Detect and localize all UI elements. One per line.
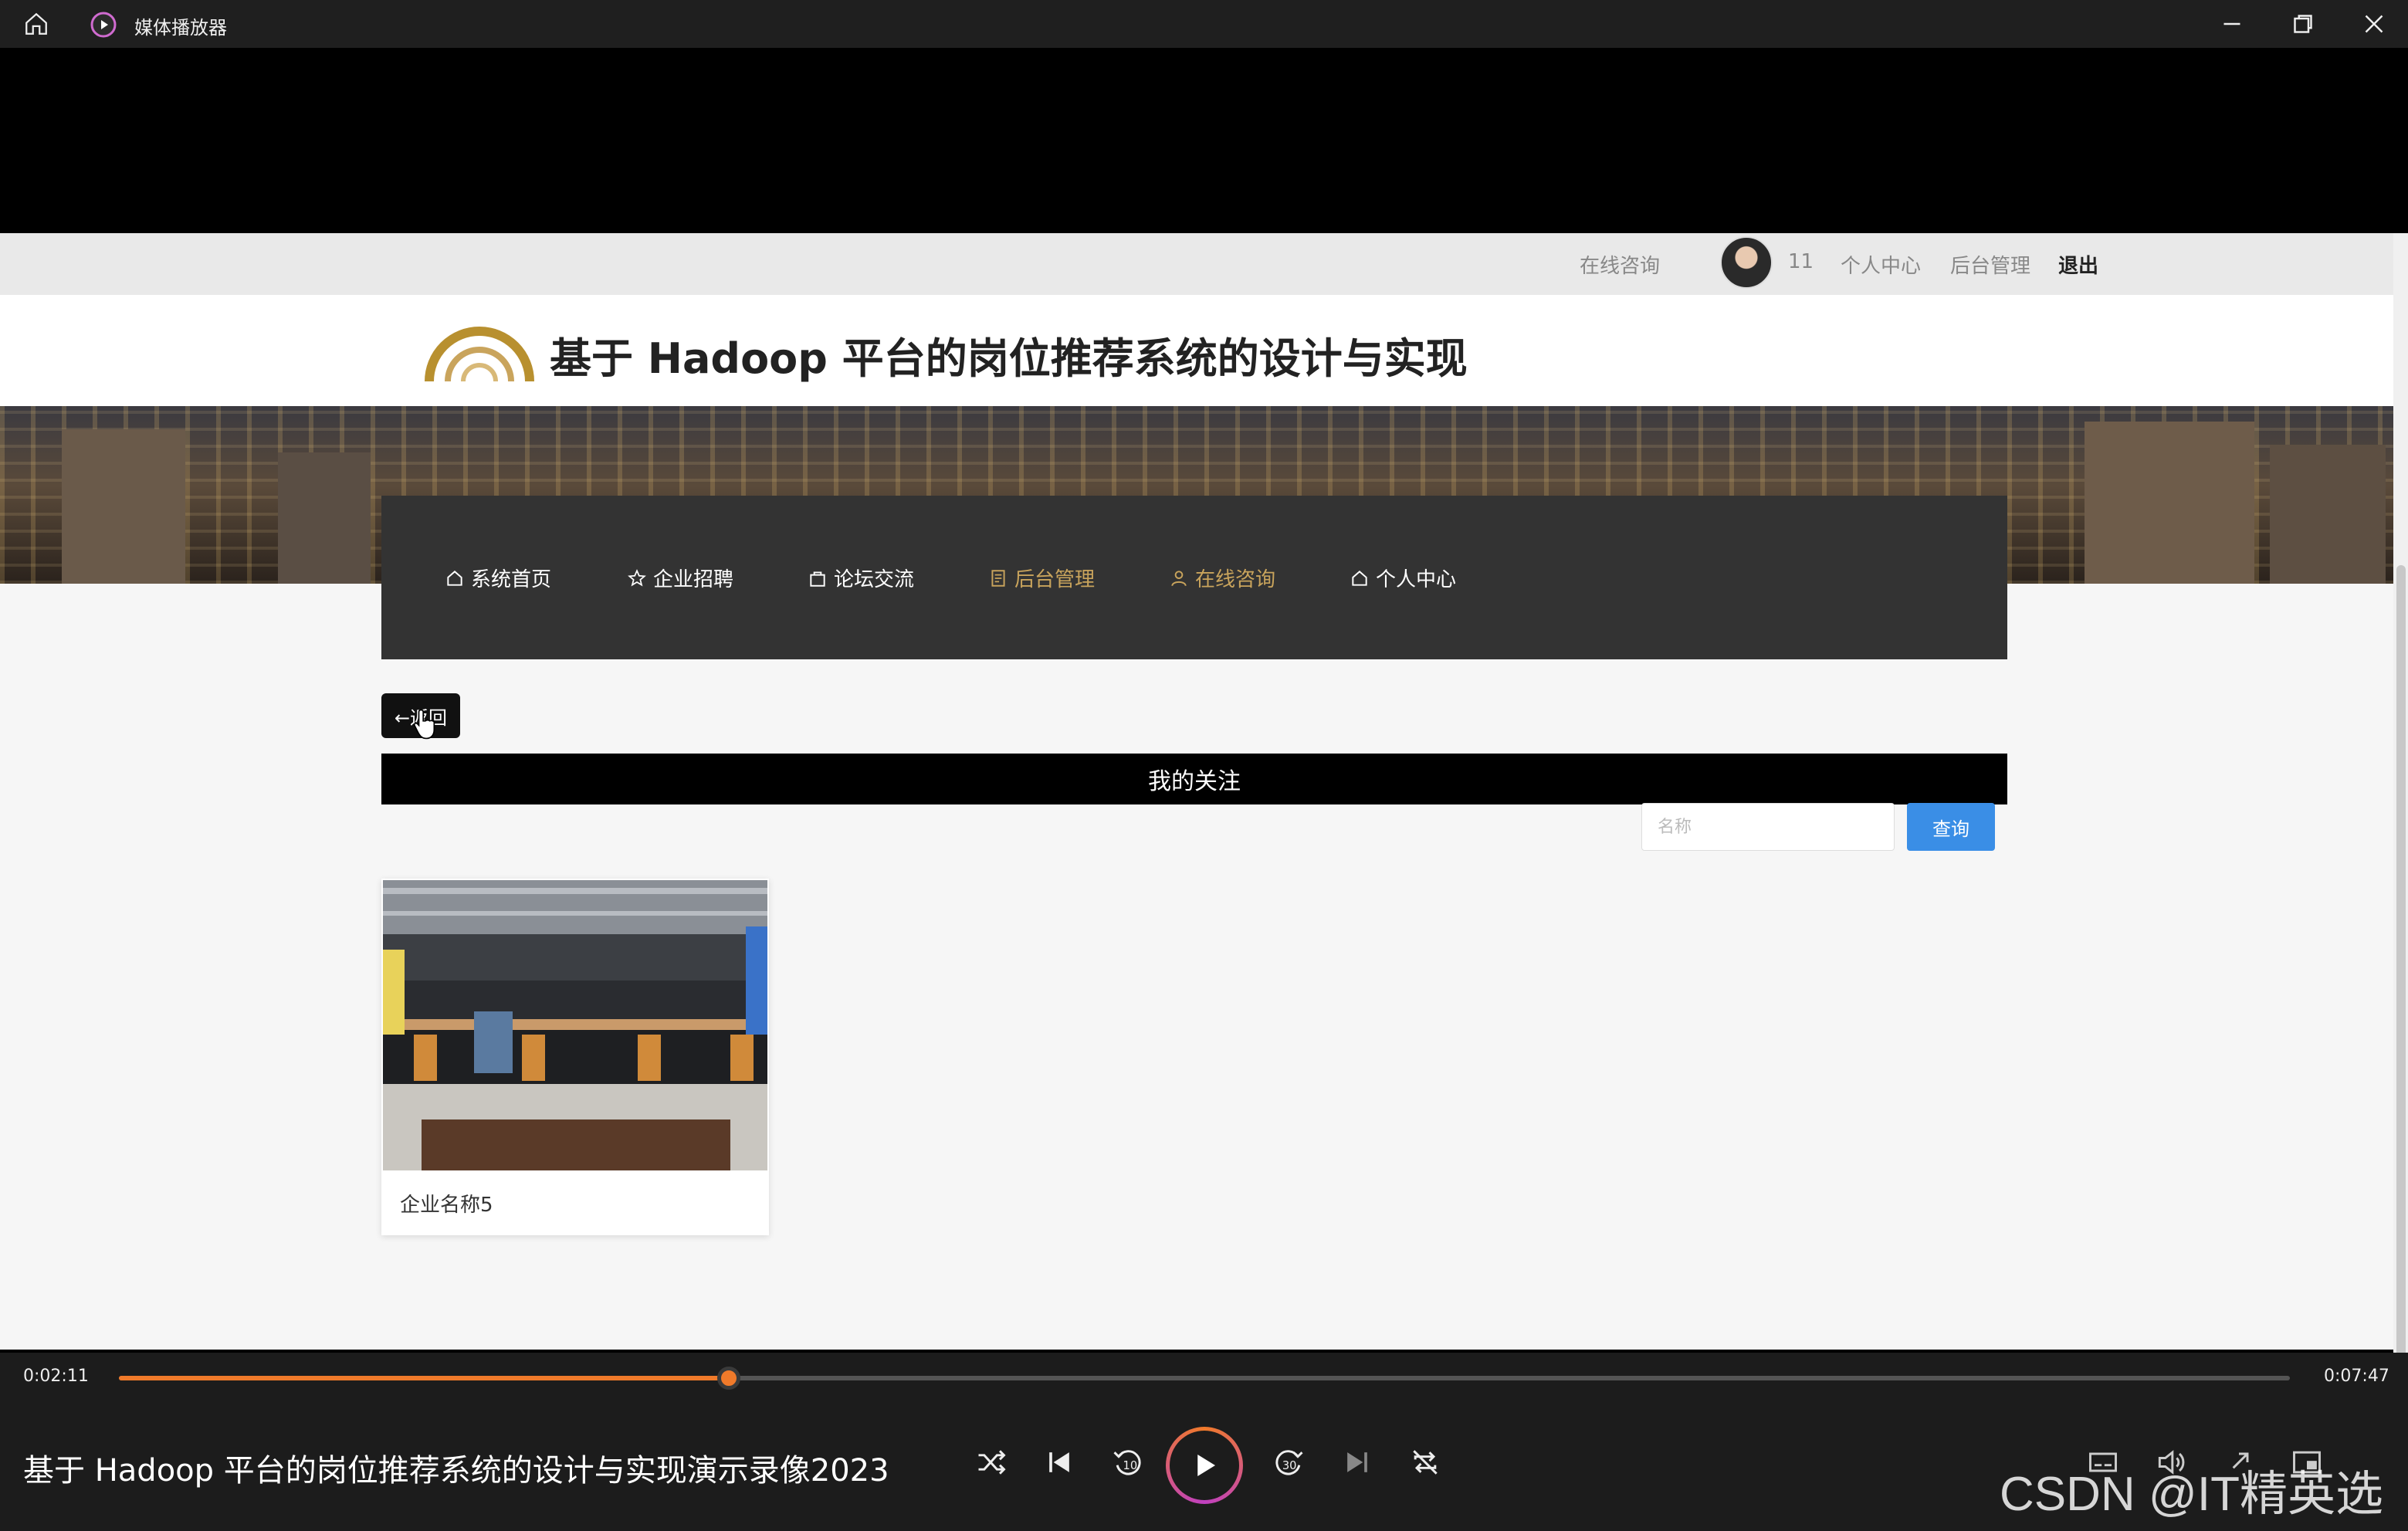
top-personal-link[interactable]: 个人中心 (1841, 250, 1921, 279)
search-button[interactable]: 查询 (1907, 803, 1995, 851)
nav-label: 后台管理 (1014, 568, 1096, 591)
minimize-icon[interactable] (2216, 8, 2248, 40)
site-title: 基于 Hadoop 平台的岗位推荐系统的设计与实现 (550, 334, 1468, 383)
nav-item-consult[interactable]: 在线咨询 (1169, 564, 1275, 592)
seek-bar[interactable] (119, 1367, 2290, 1390)
section-title-bar: 我的关注 (381, 754, 2007, 804)
player-controls: 0:02:11 0:07:47 基于 Hadoop 平台的岗位推荐系统的设计与实… (0, 1353, 2408, 1531)
nav-label: 系统首页 (471, 568, 552, 591)
page-scrollbar[interactable] (2393, 233, 2408, 1396)
nav-label: 个人中心 (1376, 568, 1457, 591)
nav-label: 企业招聘 (653, 568, 734, 591)
video-frame[interactable]: 在线咨询 11 个人中心 后台管理 退出 基于 Hadoop 平台的岗位推荐系统… (0, 48, 2408, 1396)
username: 11 (1788, 250, 1814, 273)
top-consult-link[interactable]: 在线咨询 (1580, 250, 1660, 279)
site-top-bar: 在线咨询 11 个人中心 后台管理 退出 (0, 233, 2393, 295)
play-button-inner (1170, 1431, 1239, 1500)
site-logo (425, 327, 534, 382)
next-icon[interactable] (1340, 1445, 1374, 1479)
home-icon (1352, 570, 1367, 586)
name-search-input[interactable] (1641, 803, 1895, 851)
forward-30-icon[interactable]: 30 (1272, 1445, 1306, 1479)
star-icon (628, 568, 646, 587)
current-time: 0:02:11 (23, 1367, 89, 1386)
seek-bar-handle[interactable] (717, 1367, 741, 1390)
avatar[interactable] (1720, 236, 1773, 289)
shuffle-icon[interactable] (974, 1445, 1008, 1479)
section-title: 我的关注 (1148, 768, 1241, 795)
window-title-bar: 媒体播放器 (0, 0, 2408, 48)
nav-item-recruitment[interactable]: 企业招聘 (627, 564, 733, 592)
close-icon[interactable] (2358, 8, 2390, 40)
bag-icon (810, 571, 825, 587)
seek-bar-fill (119, 1376, 730, 1380)
company-card[interactable]: 企业名称5 (381, 879, 769, 1235)
office-photo (383, 880, 767, 1170)
nav-item-admin[interactable]: 后台管理 (988, 564, 1095, 592)
nav-label: 在线咨询 (1195, 568, 1276, 591)
site-header: 基于 Hadoop 平台的岗位推荐系统的设计与实现 (0, 295, 2393, 406)
video-title: 基于 Hadoop 平台的岗位推荐系统的设计与实现演示录像2023 (23, 1453, 889, 1489)
hand-cursor-icon (413, 709, 435, 740)
nav-item-forum[interactable]: 论坛交流 (808, 564, 914, 592)
nav-item-personal[interactable]: 个人中心 (1350, 564, 1456, 592)
play-icon (1197, 1455, 1215, 1476)
company-name: 企业名称5 (400, 1194, 493, 1217)
scrollbar-thumb[interactable] (2396, 565, 2406, 1376)
svg-text:10: 10 (1123, 1459, 1138, 1472)
nav-item-home[interactable]: 系统首页 (445, 564, 551, 592)
total-time: 0:07:47 (2324, 1367, 2389, 1386)
repeat-off-icon[interactable] (1408, 1445, 1442, 1479)
home-icon[interactable] (23, 11, 49, 37)
user-icon (1171, 570, 1187, 586)
svg-text:30: 30 (1282, 1459, 1297, 1472)
document-icon (991, 569, 1005, 587)
nav-label: 论坛交流 (834, 568, 915, 591)
watermark-text: CSDN @IT精英选手 (2000, 1468, 2383, 1521)
restore-icon[interactable] (2287, 8, 2319, 40)
previous-icon[interactable] (1042, 1445, 1076, 1479)
main-navbar: 系统首页 企业招聘 论坛交流 后台管理 在线咨询 个人中心 (381, 496, 2007, 659)
play-button[interactable] (1166, 1427, 1243, 1504)
rewind-10-icon[interactable]: 10 (1110, 1445, 1144, 1479)
website-screen: 在线咨询 11 个人中心 后台管理 退出 基于 Hadoop 平台的岗位推荐系统… (0, 233, 2393, 1350)
logout-link[interactable]: 退出 (2058, 250, 2098, 279)
media-player-app-icon (90, 12, 117, 38)
home-icon (447, 570, 462, 586)
app-title: 媒体播放器 (134, 17, 227, 39)
top-admin-link[interactable]: 后台管理 (1950, 250, 2030, 279)
